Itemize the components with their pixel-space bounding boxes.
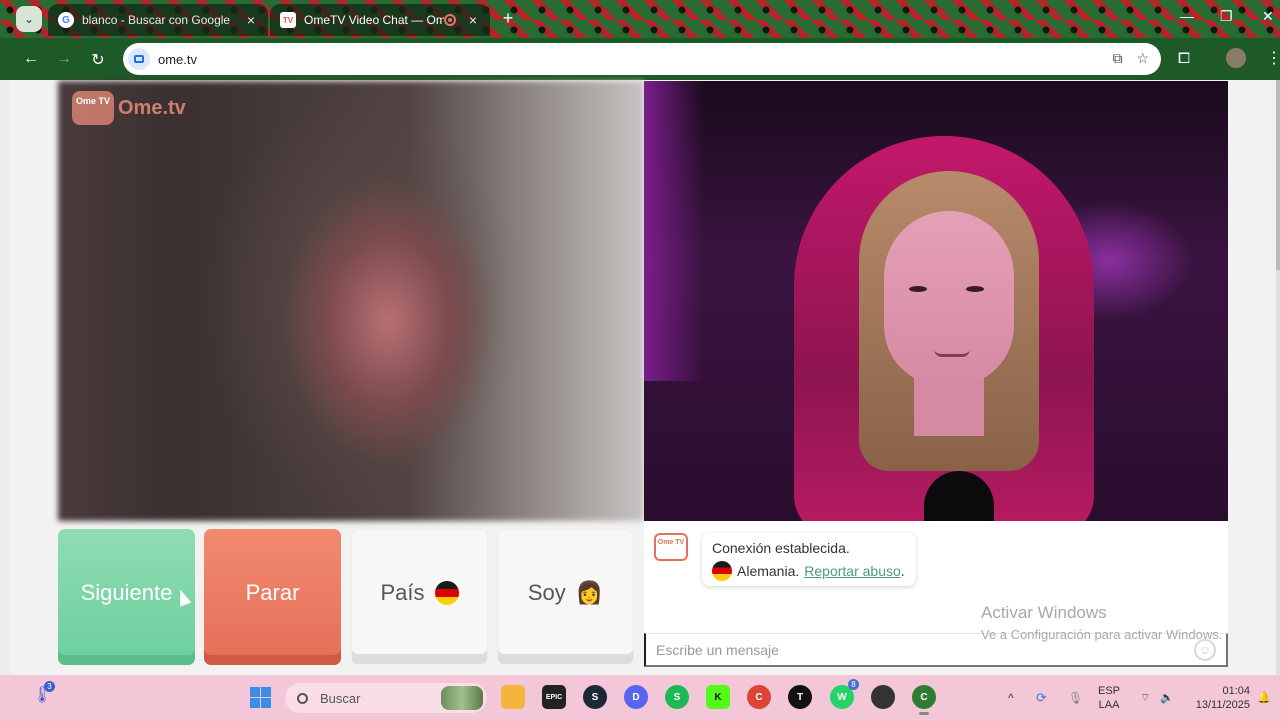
clock-date: 13/11/2025 [1195,698,1250,711]
install-app-icon[interactable]: ⧉ [1112,50,1122,67]
language-code: ESP [1098,684,1121,697]
close-window-icon[interactable]: ✕ [1262,8,1274,25]
stranger-country-line: Alemania. Reportar abuso. [712,561,906,581]
close-tab-icon[interactable]: × [466,12,480,28]
language-indicator[interactable]: ESP LAA [1098,675,1120,720]
next-button-label: Siguiente [80,580,173,605]
video-person-face [884,211,1014,386]
extensions-icon[interactable]: ⧠ [1178,50,1190,67]
taskbar: 🌡 3 Buscar EPIC S D S K C T W8 C ^ ⟳ 🎙 ES… [0,675,1280,720]
camera-in-use-icon[interactable] [128,48,150,70]
self-video [644,81,1228,521]
chat-panel: Ome TV Conexión establecida. Alemania. R… [644,521,1228,667]
more-menu-icon[interactable]: ⋮ [1266,48,1280,68]
ometv-tv-icon: Ome TV [72,91,114,125]
ometv-system-avatar-icon: Ome TV [654,533,688,561]
file-explorer-icon[interactable] [501,685,525,709]
video-person-mouth [934,349,970,357]
url-text[interactable]: ome.tv [158,52,197,67]
tab-google-search[interactable]: G blanco - Buscar con Google × [48,4,268,36]
scrollbar-thumb[interactable] [1276,80,1280,270]
stranger-video-overlay: Ome TV Ome.tv [58,81,644,521]
spotify-icon[interactable]: S [665,685,689,709]
whatsapp-badge: 8 [848,679,859,690]
taskbar-search[interactable]: Buscar [285,683,487,713]
browser-toolbar: ← → ↻ ome.tv ⧉ ☆ ⧠ ⋮ [0,38,1280,80]
germany-flag-icon [434,581,459,605]
volume-icon[interactable]: 🔈 [1160,675,1174,720]
recording-indicator-icon [444,14,456,26]
page-viewport: Ome TV Ome.tv Siguiente Parar País Soy 👩… [0,80,1280,675]
maximize-icon[interactable]: ❐ [1220,8,1233,25]
search-highlight-image [441,686,483,710]
chevron-down-icon: ⌄ [23,12,35,26]
next-button[interactable]: Siguiente [58,529,195,665]
tab-ometv[interactable]: TV OmeTV Video Chat — Ome × [270,4,490,36]
clock-time: 01:04 [1222,684,1250,697]
watermark-title: Activar Windows [981,603,1107,622]
google-icon: G [58,12,74,28]
steam-icon[interactable]: S [583,685,607,709]
tab-strip: ⌄ G blanco - Buscar con Google × TV OmeT… [0,0,1280,38]
new-tab-button[interactable]: + [498,9,518,29]
address-bar[interactable]: ome.tv ⧉ ☆ [123,43,1161,75]
close-tab-icon[interactable]: × [244,12,258,28]
ometv-logo-text: Ome.tv [118,96,186,119]
microphone-icon[interactable]: 🎙 [1068,675,1083,720]
stop-button[interactable]: Parar [204,529,341,665]
search-icon [297,692,308,704]
epic-games-icon[interactable]: EPIC [542,685,566,709]
reload-icon[interactable]: ↻ [88,50,108,70]
emoji-picker-icon[interactable]: ☺ [1194,639,1216,661]
video-person-eye [966,286,984,292]
gender-filter-button[interactable]: Soy 👩 [497,529,634,665]
gender-button-label: Soy [527,580,566,605]
bookmark-star-icon[interactable]: ☆ [1136,50,1149,67]
whatsapp-icon[interactable]: W8 [830,679,859,709]
chrome-icon[interactable]: C [747,685,771,709]
tab-title: OmeTV Video Chat — Ome [304,13,444,27]
keyboard-layout: LAA [1098,698,1120,711]
search-placeholder: Buscar [320,690,361,706]
notifications-icon[interactable]: 🔔 [1257,675,1271,720]
minimize-icon[interactable]: — [1180,8,1194,24]
video-person-eye [909,286,927,292]
forward-icon[interactable]: → [54,50,74,68]
ometv-favicon-icon: TV [280,12,296,28]
weather-badge: 3 [44,681,55,692]
system-message: Conexión establecida. Alemania. Reportar… [702,533,916,586]
ometv-logo[interactable]: Ome TV Ome.tv [72,91,186,125]
chevron-up-icon[interactable]: ^ [1008,675,1014,720]
report-abuse-link[interactable]: Reportar abuso [804,563,901,579]
back-icon[interactable]: ← [21,50,41,68]
report-suffix: . [900,563,905,579]
tab-title: blanco - Buscar con Google [82,13,231,27]
windows-activation-watermark: Activar Windows Ve a Configuración para … [981,603,1222,642]
tiktok-icon[interactable]: T [788,685,812,709]
clock[interactable]: 01:04 13/11/2025 [1190,675,1250,720]
watermark-subtitle: Ve a Configuración para activar Windows. [981,627,1223,642]
stranger-country: Alemania. [737,563,800,579]
app-icon[interactable] [871,685,895,709]
chrome-profile-icon[interactable]: C [912,685,936,715]
page-scrollbar[interactable] [1276,80,1280,675]
profile-avatar[interactable] [1226,48,1246,68]
active-app-indicator [919,712,929,715]
country-filter-button[interactable]: País [351,529,488,665]
start-button-icon[interactable] [250,687,271,708]
sync-icon[interactable]: ⟳ [1036,675,1047,720]
person-icon: 👩 [575,580,604,605]
connection-status: Conexión establecida. [712,540,850,556]
stop-button-label: Parar [245,580,300,605]
germany-flag-icon [712,561,732,581]
weather-widget-icon[interactable]: 🌡 3 [32,681,55,709]
country-button-label: País [380,580,425,605]
wifi-icon[interactable]: ⌔ [1140,675,1150,720]
discord-icon[interactable]: D [624,685,648,709]
video-ambient-light [644,81,704,381]
kick-icon[interactable]: K [706,685,730,709]
tab-search-button[interactable]: ⌄ [16,6,42,32]
